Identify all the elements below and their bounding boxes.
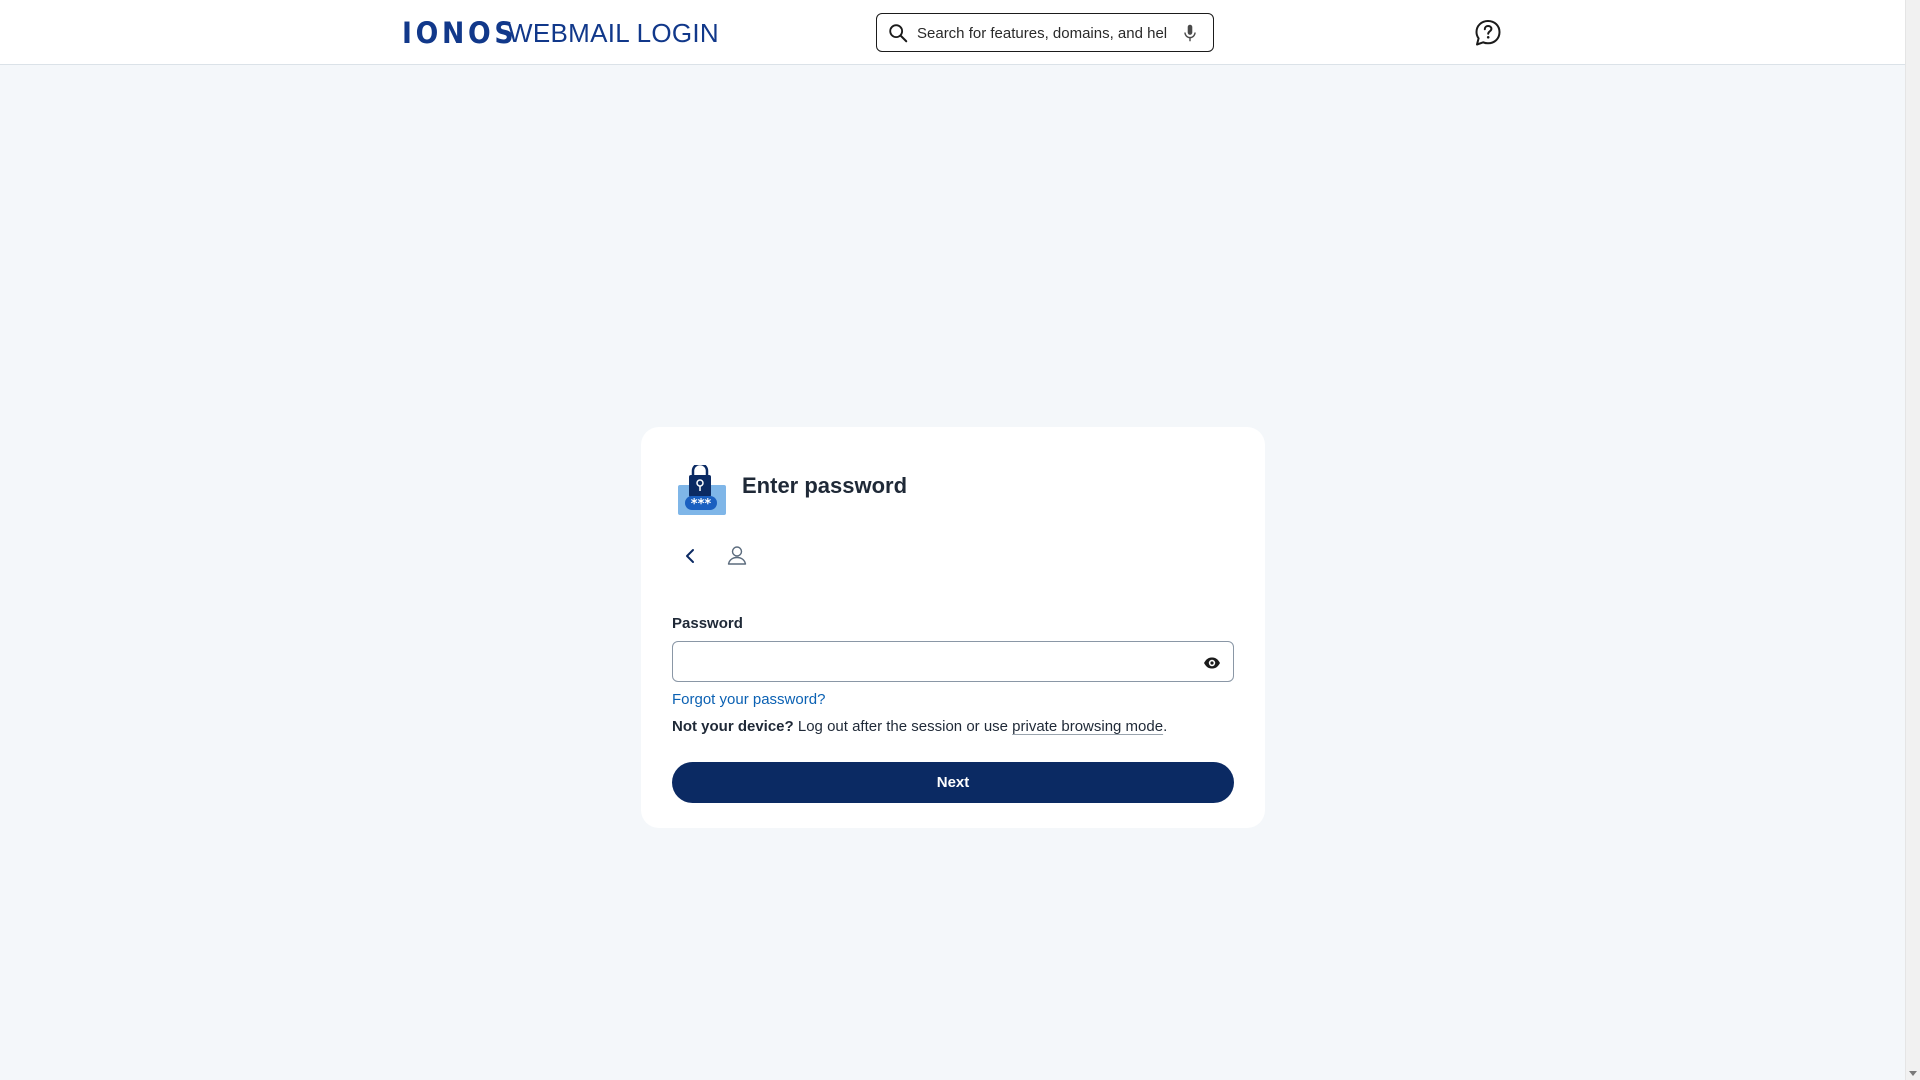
top-header: IONOS WEBMAIL LOGIN (0, 0, 1905, 65)
svg-text:***: *** (691, 497, 712, 512)
private-browsing-link[interactable]: private browsing mode (1012, 718, 1163, 735)
next-button[interactable]: Next (672, 762, 1234, 803)
device-note: Not your device? Log out after the sessi… (672, 718, 1167, 735)
page-scrollbar[interactable] (1905, 0, 1920, 1080)
password-label: Password (672, 615, 743, 632)
login-card: *** Enter password Password Forgot your … (641, 427, 1265, 828)
eye-icon[interactable] (1203, 654, 1221, 672)
microphone-icon[interactable] (1179, 22, 1201, 44)
device-note-end: . (1163, 718, 1168, 735)
search-box (876, 13, 1214, 52)
device-note-text: Log out after the session or use (793, 718, 1013, 735)
forgot-password-link[interactable]: Forgot your password? (672, 691, 825, 708)
password-input[interactable] (685, 651, 1185, 673)
app-title: WEBMAIL LOGIN (508, 18, 719, 48)
search-input[interactable] (917, 22, 1167, 44)
password-field (672, 641, 1234, 682)
search-icon[interactable] (887, 22, 909, 44)
device-note-bold: Not your device? (672, 718, 794, 735)
user-icon (727, 546, 747, 565)
help-chat-icon[interactable] (1473, 18, 1503, 48)
lock-password-icon: *** (678, 465, 726, 515)
card-title: Enter password (742, 473, 908, 498)
chevron-left-icon[interactable] (679, 545, 701, 567)
logo-text: IONOS (402, 16, 518, 50)
scroll-down-arrow-icon[interactable] (1909, 1071, 1917, 1076)
